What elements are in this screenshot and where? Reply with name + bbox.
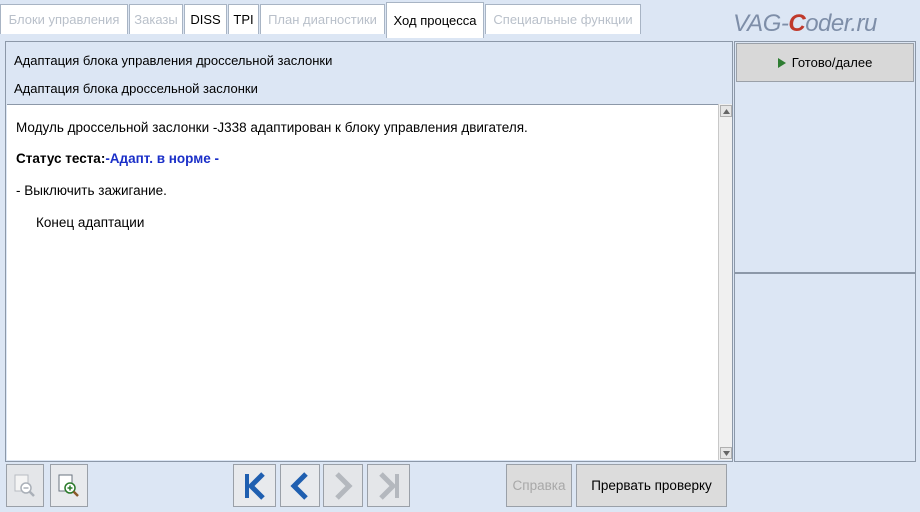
done-next-button[interactable]: Готово/далее [736,43,914,82]
content-area: Модуль дроссельной заслонки -J338 адапти… [7,104,718,460]
tab-label: Ход процесса [393,13,477,28]
tab-label: План диагностики [268,12,377,27]
tab-bar: Блоки управления Заказы DISS TPI План ди… [0,0,920,38]
procedure-title: Адаптация блока управления дроссельной з… [14,53,333,68]
help-label: Справка [512,478,566,493]
done-next-label: Готово/далее [791,55,873,70]
tab-diss[interactable]: DISS [184,4,227,34]
scroll-up-button[interactable] [720,105,732,117]
last-page-icon [378,471,399,500]
first-page-button[interactable] [233,464,276,507]
tab-control-units[interactable]: Блоки управления [0,4,128,34]
main-panel: Адаптация блока управления дроссельной з… [5,41,733,462]
previous-page-button[interactable] [280,464,320,507]
first-page-icon [244,471,265,500]
zoom-in-button[interactable] [50,464,88,507]
zoom-in-icon [58,474,79,497]
procedure-subtitle: Адаптация блока дроссельной заслонки [14,81,258,96]
watermark-logo: VAG-Coder.ru [733,10,877,37]
last-page-button[interactable] [367,464,410,507]
status-label: Статус теста: [16,151,106,166]
play-icon [777,57,786,68]
bottom-toolbar: Справка Прервать проверку [0,462,920,512]
tab-label: DISS [190,12,221,27]
zoom-out-icon [14,474,35,497]
tab-tpi[interactable]: TPI [228,4,259,34]
abort-label: Прервать проверку [591,478,712,493]
previous-page-icon [290,471,308,500]
content-message: Модуль дроссельной заслонки -J338 адапти… [16,120,528,135]
tab-label: Блоки управления [8,12,120,27]
tab-diagnostic-plan[interactable]: План диагностики [260,4,385,34]
vertical-scrollbar[interactable] [718,104,732,460]
abort-test-button[interactable]: Прервать проверку [576,464,727,507]
tab-label: Заказы [134,12,178,27]
arrow-up-icon [722,108,730,114]
instruction-text: - Выключить зажигание. [16,183,167,198]
zoom-out-button[interactable] [6,464,44,507]
side-panel-bottom [734,273,916,462]
scroll-down-button[interactable] [720,447,732,459]
tab-process[interactable]: Ход процесса [386,2,484,38]
next-page-button[interactable] [323,464,363,507]
side-panel-top: Готово/далее [734,41,916,273]
help-button[interactable]: Справка [506,464,572,507]
tab-special-functions[interactable]: Специальные функции [485,4,641,34]
next-page-icon [335,471,353,500]
tab-orders[interactable]: Заказы [129,4,183,34]
tab-label: Специальные функции [493,12,633,27]
test-status: Статус теста:-Адапт. в норме - [16,151,219,166]
status-value: -Адапт. в норме - [105,151,219,166]
arrow-down-icon [722,450,730,456]
side-panel: Готово/далее [734,41,916,462]
end-of-adaptation-text: Конец адаптации [36,215,145,230]
tab-label: TPI [233,12,254,27]
